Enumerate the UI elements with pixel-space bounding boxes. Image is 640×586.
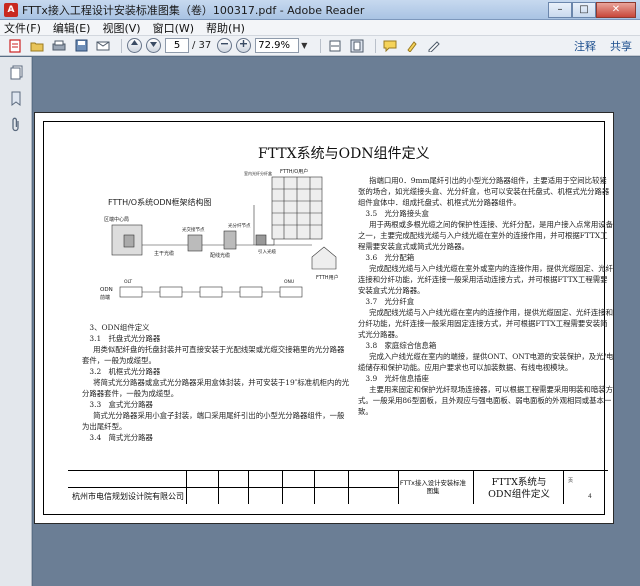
zoom-out-icon[interactable] <box>217 38 233 53</box>
drawing-title-block: 杭州市电信规划设计院有限公司 FTTx接入设计安装标准图集 FTTX系统与ODN… <box>68 470 608 504</box>
atlas-name: FTTx接入设计安装标准图集 <box>399 479 467 495</box>
diagram-label-odn: ODN <box>100 287 113 293</box>
diagram-label-distribution: 配线光缆 <box>210 252 230 259</box>
company-name: 杭州市电信规划设计院有限公司 <box>72 492 184 501</box>
paragraph: 指端口用0．9mm尾纤引出的小型光分路器组件，主要适用于空间比较紧张的场合，如光… <box>358 176 610 207</box>
print-icon[interactable] <box>50 38 68 54</box>
next-page-icon[interactable] <box>146 38 161 53</box>
page-total: / 37 <box>192 40 212 51</box>
paragraph: 主要用来固定和保护光纤现场连接器，可以根据工程需要采用明装和暗装方式。一般采用8… <box>358 385 613 416</box>
sheet-title: FTTX系统与ODN组件定义 <box>488 477 550 500</box>
open-folder-icon[interactable] <box>28 38 46 54</box>
sheet-page-label: 页 <box>568 478 574 484</box>
menu-view[interactable]: 视图(V) <box>102 20 140 36</box>
section-heading: 3.5 光分路接头盒 <box>365 209 429 218</box>
diagram-label-central-office: 区端中心局 <box>104 216 129 223</box>
section-heading: 3、ODN组件定义 <box>89 323 150 332</box>
minimize-button[interactable]: – <box>548 1 572 18</box>
section-heading: 3.9 光纤信息插座 <box>365 374 429 383</box>
page-number-input[interactable]: 5 <box>165 38 189 53</box>
maximize-button[interactable]: □ <box>572 1 596 18</box>
diagram-label-ftth-user: FTTH用户 <box>316 274 339 281</box>
toolbar-separator <box>121 38 122 53</box>
toolbar-separator <box>375 38 377 53</box>
toolbar: 5 / 37 72.9% ▼ 注释 共享 <box>0 36 640 56</box>
menu-window[interactable]: 窗口(W) <box>153 20 194 36</box>
section-heading: 3.2 机框式光分路器 <box>89 367 161 376</box>
navigation-sidebar <box>0 57 32 586</box>
section-heading: 3.4 简式光分路器 <box>89 433 153 442</box>
section-heading: 3.6 光分配箱 <box>365 253 415 262</box>
fit-width-icon[interactable] <box>326 38 344 54</box>
diagram-label-onu: ONU <box>284 279 294 285</box>
close-button[interactable]: ✕ <box>596 1 636 18</box>
share-panel-link[interactable]: 共享 <box>610 38 632 54</box>
paragraph: 用类似配纤盘的托盘封装并可直接安装于光配线架或光缆交接箱里的光分路器套件，一般为… <box>82 345 345 365</box>
window-title: FTTx接入工程设计安装标准图集（卷）100317.pdf - Adobe Re… <box>22 3 365 17</box>
menu-file[interactable]: 文件(F) <box>4 20 41 36</box>
paragraph: 简式光分路器采用小盒子封装，端口采用尾纤引出的小型光分路器组件，一般为出尾纤型。 <box>82 411 345 431</box>
fit-page-icon[interactable] <box>348 38 366 54</box>
toolbar-separator <box>320 38 322 53</box>
email-icon[interactable] <box>94 38 112 54</box>
diagram-label-drop-cable: 引入光缆 <box>258 248 276 255</box>
diagram-label-olt: OLT <box>124 279 132 285</box>
diagram-label-fttb-user: FTTH/O用户 <box>280 168 308 175</box>
zoom-dropdown-chevron-icon[interactable]: ▼ <box>301 38 311 53</box>
menu-bar: 文件(F) 编辑(E) 视图(V) 窗口(W) 帮助(H) <box>0 20 640 36</box>
section-heading: 3.3 盒式光分路器 <box>89 400 153 409</box>
adobe-reader-icon: A <box>4 2 18 17</box>
save-icon[interactable] <box>72 38 90 54</box>
title-bar: A FTTx接入工程设计安装标准图集（卷）100317.pdf - Adobe … <box>0 0 640 20</box>
section-heading: 3.7 光分纤盒 <box>365 297 415 306</box>
diagram-label-main-cable: 主干光缆 <box>154 250 174 257</box>
right-text-column: 指端口用0．9mm尾纤引出的小型光分路器组件，主要适用于空间比较紧张的场合，如光… <box>358 175 614 417</box>
paragraph: 用于两根或多根光缆之间的保护性连接、光纤分配，是用户接入点常用设备之一，主要完成… <box>358 220 613 251</box>
paragraph: 完成配线光缆与入户线光缆在室内的连接作用，提供光缆固定、光纤连接和分纤功能，光纤… <box>358 308 613 339</box>
diagram-title: FTTH/O系统ODN框架结构图 <box>108 198 212 207</box>
pages-icon[interactable] <box>9 65 23 81</box>
sign-icon[interactable] <box>425 38 443 54</box>
zoom-level-input[interactable]: 72.9% <box>255 38 300 53</box>
bookmark-icon[interactable] <box>9 91 23 107</box>
menu-edit[interactable]: 编辑(E) <box>53 20 91 36</box>
comment-panel-link[interactable]: 注释 <box>574 38 596 54</box>
section-heading: 3.8 家庭综合信息箱 <box>365 341 437 350</box>
diagram-label-odn-front: 前端 <box>100 294 110 301</box>
diagram-label-splice-node: 光交接节点 <box>182 226 205 233</box>
diagram-drawing <box>111 176 337 298</box>
document-title: FTTX系统与ODN组件定义 <box>258 146 430 162</box>
menu-help[interactable]: 帮助(H) <box>206 20 245 36</box>
paragraph: 完成配线光缆与入户线光缆在室外或室内的连接作用，提供光缆固定、光纤连接和分纤功能… <box>358 264 613 295</box>
previous-page-icon[interactable] <box>127 38 142 53</box>
section-heading: 3.1 托盘式光分路器 <box>89 334 161 343</box>
comment-bubble-icon[interactable] <box>381 38 399 54</box>
paragraph: 将简式光分路器或盒式光分路器采用盒体封装，并可安装于19″标准机柜内的光分路器套… <box>82 378 350 398</box>
attachment-icon[interactable] <box>9 117 23 133</box>
create-pdf-icon[interactable] <box>6 38 24 54</box>
sheet-page-number: 4 <box>588 493 592 500</box>
diagram-label-split-node: 光分纤节点 <box>228 222 251 229</box>
diagram-label-building-box: 室内光纤分纤盒 <box>244 170 272 176</box>
paragraph: 完成入户线光缆在室内的端接，提供ONT、ONT电源的安装保护，及光/电缆储存和保… <box>358 352 614 372</box>
zoom-in-icon[interactable] <box>236 38 252 53</box>
left-text-column: 3、ODN组件定义 3.1 托盘式光分路器 用类似配纤盘的托盘封装并可直接安装于… <box>82 322 350 443</box>
odn-architecture-diagram: 区端中心局 主干光缆 光交接节点 配线光缆 光分纤节点 引入光缆 室内光纤分纤盒… <box>100 168 339 301</box>
highlight-icon[interactable] <box>403 38 421 54</box>
